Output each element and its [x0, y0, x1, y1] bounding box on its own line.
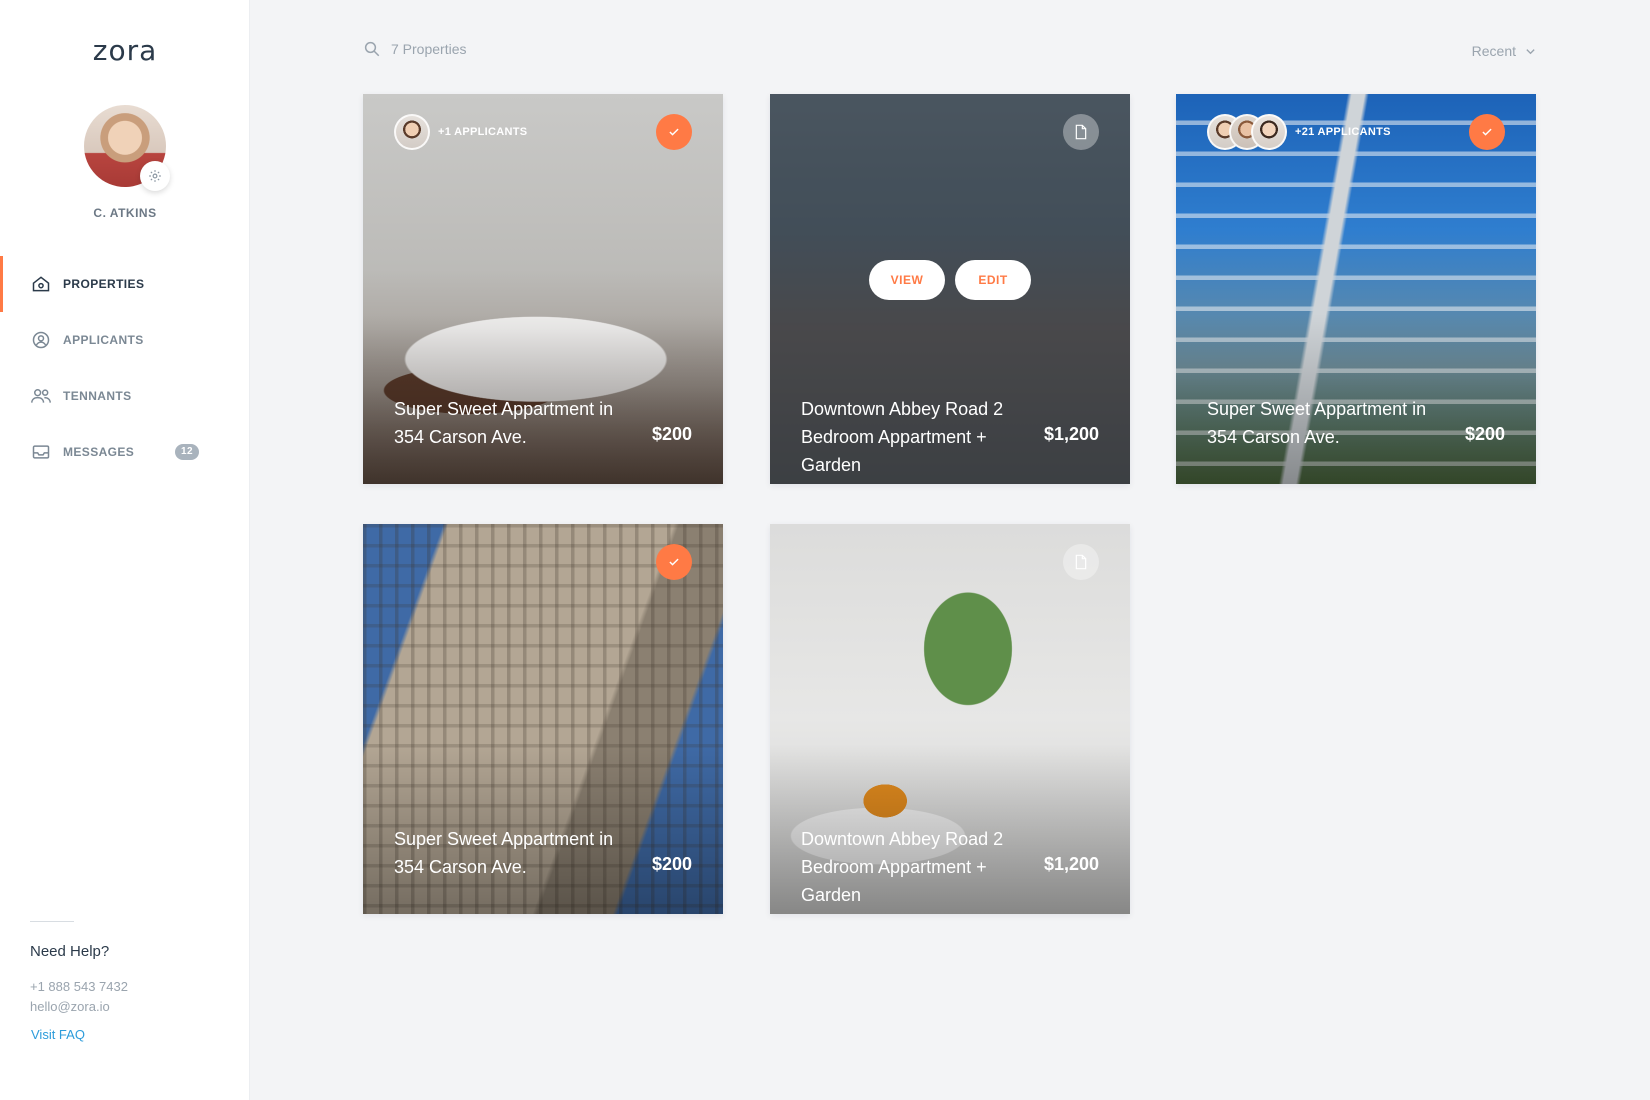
- nav-item-label: TENNANTS: [63, 389, 132, 403]
- gear-icon: [149, 170, 161, 182]
- nav-item-label: APPLICANTS: [63, 333, 144, 347]
- inbox-icon: [30, 441, 52, 463]
- check-icon: [669, 128, 679, 136]
- applicants-count: +21 APPLICANTS: [1295, 126, 1391, 138]
- property-card[interactable]: +1 APPLICANTS Super Sweet Appartment in …: [363, 94, 723, 484]
- nav-item-properties[interactable]: PROPERTIES: [0, 256, 250, 312]
- nav-item-messages[interactable]: MESSAGES 12: [0, 424, 250, 480]
- avatar: [394, 114, 430, 150]
- sort-label: Recent: [1471, 43, 1516, 59]
- users-icon: [30, 385, 52, 407]
- document-icon: [1075, 554, 1087, 570]
- sidebar: zora C. ATKINS PROPERTIES APPLICANTS TEN…: [0, 0, 250, 1100]
- user-avatar-container: [84, 105, 170, 191]
- property-title: Super Sweet Appartment in 354 Carson Ave…: [1207, 399, 1427, 447]
- card-actions: VIEW EDIT: [869, 260, 1031, 300]
- document-icon: [1075, 124, 1087, 140]
- search-bar[interactable]: 7 Properties: [363, 40, 466, 58]
- app-logo[interactable]: zora: [0, 34, 250, 67]
- property-title: Super Sweet Appartment in 354 Carson Ave…: [394, 399, 614, 447]
- property-price: $1,200: [1043, 854, 1099, 874]
- main-nav: PROPERTIES APPLICANTS TENNANTS MESSAGES …: [0, 256, 250, 480]
- search-input[interactable]: 7 Properties: [391, 41, 466, 57]
- check-icon: [669, 558, 679, 566]
- approved-check-button[interactable]: [656, 544, 692, 580]
- property-price: $1,200: [1043, 424, 1099, 444]
- nav-item-applicants[interactable]: APPLICANTS: [0, 312, 250, 368]
- view-button[interactable]: VIEW: [869, 260, 945, 300]
- property-title: Downtown Abbey Road 2 Bedroom Appartment…: [801, 399, 1004, 475]
- property-title: Downtown Abbey Road 2 Bedroom Appartment…: [801, 829, 1004, 905]
- property-card[interactable]: +21 APPLICANTS Super Sweet Appartment in…: [1176, 94, 1536, 484]
- nav-item-label: MESSAGES: [63, 445, 135, 459]
- help-phone[interactable]: +1 888 543 7432: [30, 979, 128, 994]
- help-email[interactable]: hello@zora.io: [30, 999, 110, 1014]
- document-button[interactable]: [1063, 544, 1099, 580]
- approved-check-button[interactable]: [656, 114, 692, 150]
- edit-button[interactable]: EDIT: [955, 260, 1031, 300]
- applicants-count: +1 APPLICANTS: [438, 126, 528, 138]
- property-card[interactable]: Downtown Abbey Road 2 Bedroom Appartment…: [770, 524, 1130, 914]
- help-title: Need Help?: [30, 943, 110, 960]
- home-icon: [30, 273, 52, 295]
- settings-gear-button[interactable]: [140, 161, 170, 191]
- property-price: $200: [651, 424, 692, 444]
- avatar: [1251, 114, 1287, 150]
- nav-item-tennants[interactable]: TENNANTS: [0, 368, 250, 424]
- check-icon: [1482, 128, 1492, 136]
- property-card[interactable]: VIEW EDIT Downtown Abbey Road 2 Bedroom …: [770, 94, 1130, 484]
- property-price: $200: [1464, 424, 1505, 444]
- user-circle-icon: [30, 329, 52, 351]
- property-title: Super Sweet Appartment in 354 Carson Ave…: [394, 829, 614, 877]
- approved-check-button[interactable]: [1469, 114, 1505, 150]
- visit-faq-link[interactable]: Visit FAQ: [31, 1027, 85, 1042]
- property-card[interactable]: Super Sweet Appartment in 354 Carson Ave…: [363, 524, 723, 914]
- applicants-indicator[interactable]: +1 APPLICANTS: [394, 114, 527, 150]
- sort-dropdown[interactable]: Recent: [1472, 43, 1536, 59]
- nav-item-label: PROPERTIES: [63, 277, 145, 291]
- chevron-down-icon: [1526, 48, 1535, 54]
- help-divider: [30, 921, 74, 922]
- document-button[interactable]: [1063, 114, 1099, 150]
- search-icon: [364, 41, 380, 57]
- property-price: $200: [651, 854, 692, 874]
- user-name: C. ATKINS: [93, 206, 157, 220]
- messages-count-badge: 12: [175, 444, 199, 460]
- applicants-indicator[interactable]: +21 APPLICANTS: [1207, 114, 1391, 150]
